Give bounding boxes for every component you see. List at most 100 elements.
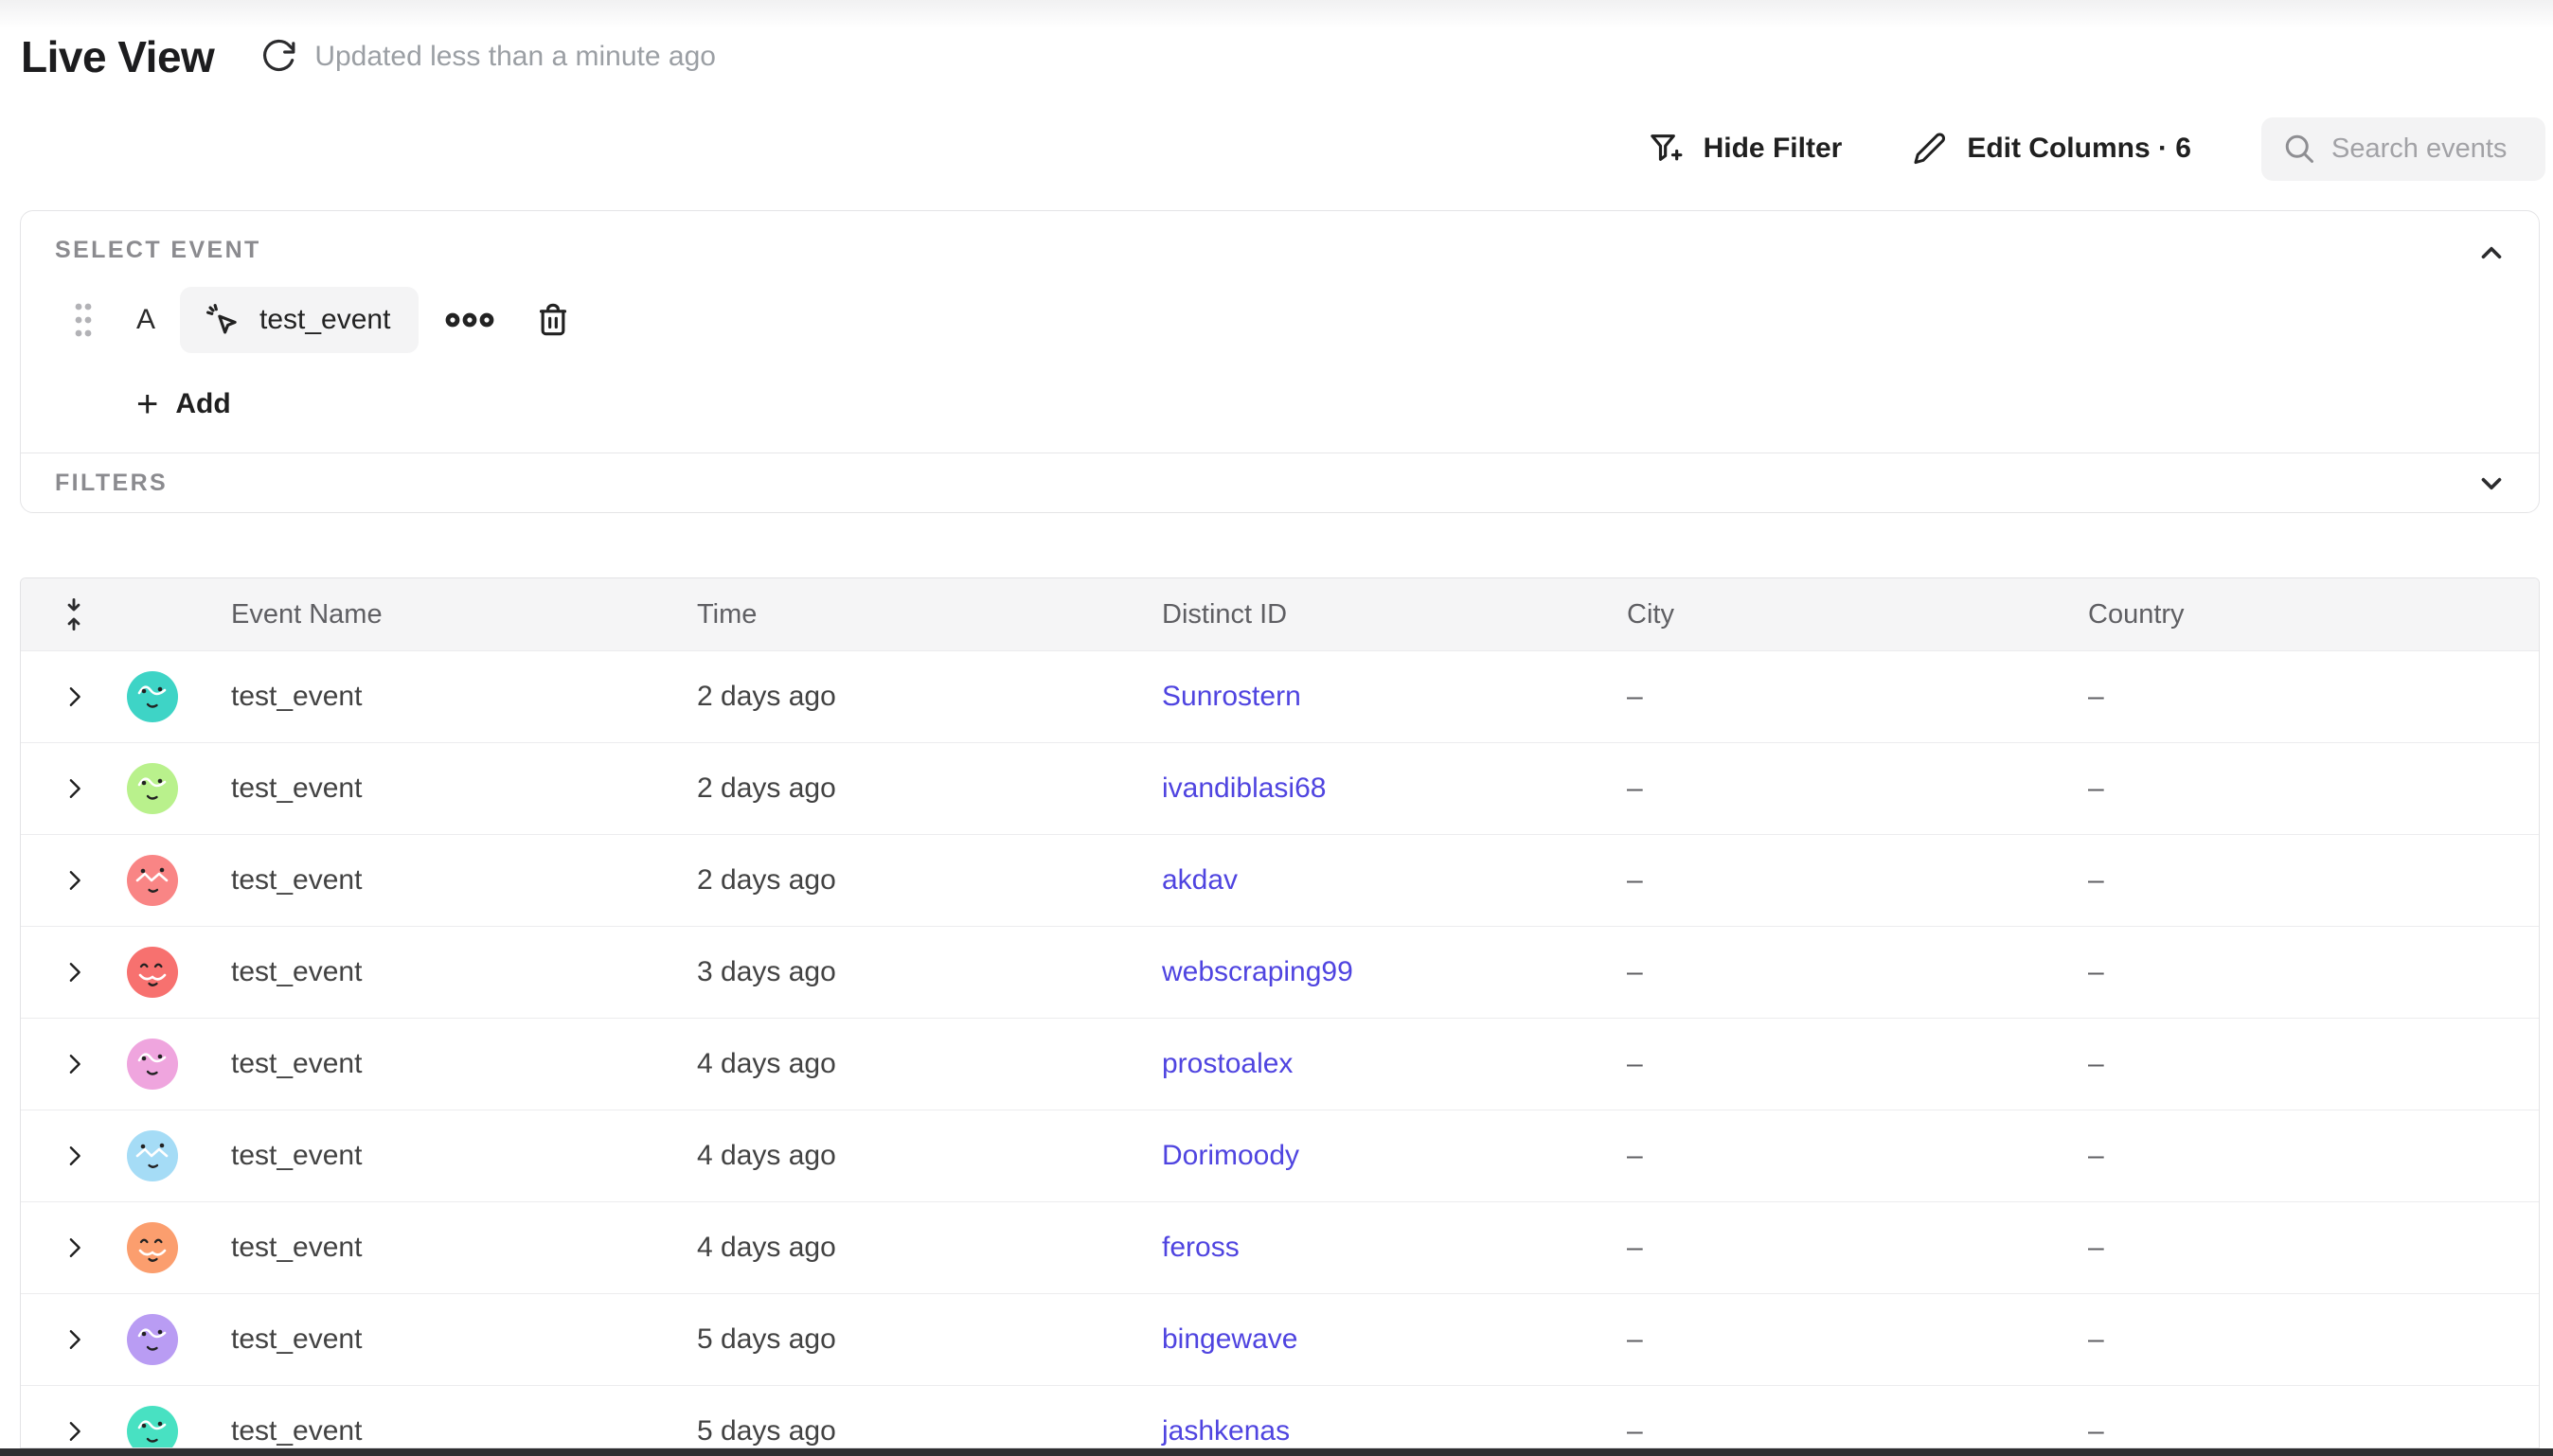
search-icon	[2282, 132, 2316, 166]
filters-section: FILTERS	[21, 453, 2539, 513]
row-event-name: test_event	[231, 1415, 697, 1447]
row-event-name: test_event	[231, 1323, 697, 1356]
delete-event-button[interactable]	[534, 301, 572, 339]
drag-dots-icon	[72, 299, 95, 341]
row-country: –	[2088, 1140, 2539, 1172]
row-city: –	[1627, 1140, 2088, 1172]
avatar	[127, 763, 178, 814]
plus-icon: +	[136, 385, 158, 423]
hide-filter-button[interactable]: Hide Filter	[1647, 130, 1843, 168]
table-row[interactable]: test_event 4 days ago feross – –	[21, 1201, 2539, 1293]
expand-row-button[interactable]	[21, 774, 127, 803]
chevron-right-icon	[60, 1417, 88, 1446]
pencil-icon	[1912, 131, 1948, 167]
table-row[interactable]: test_event 4 days ago prostoalex – –	[21, 1018, 2539, 1110]
chevron-right-icon	[60, 774, 88, 803]
drag-handle[interactable]	[72, 299, 95, 341]
avatar-cell	[127, 763, 231, 814]
row-time: 2 days ago	[697, 772, 1162, 805]
row-country: –	[2088, 1415, 2539, 1447]
expand-row-button[interactable]	[21, 1417, 127, 1446]
step-letter: A	[136, 304, 155, 336]
row-city: –	[1627, 681, 2088, 713]
row-country: –	[2088, 681, 2539, 713]
row-distinct-id-link[interactable]: ivandiblasi68	[1162, 772, 1326, 804]
chevron-right-icon	[60, 1234, 88, 1262]
filters-label: FILTERS	[55, 470, 168, 497]
chevron-right-icon	[60, 683, 88, 711]
refresh-button[interactable]	[258, 36, 299, 78]
row-time: 4 days ago	[697, 1140, 1162, 1172]
table-row[interactable]: test_event 2 days ago akdav – –	[21, 834, 2539, 926]
chevron-right-icon	[60, 1142, 88, 1170]
event-selector-button[interactable]: test_event	[180, 287, 419, 353]
expand-row-button[interactable]	[21, 1325, 127, 1354]
expand-row-button[interactable]	[21, 1050, 127, 1078]
row-distinct-id-link[interactable]: webscraping99	[1162, 956, 1353, 987]
table-header-row: Event Name Time Distinct ID City Country	[21, 578, 2539, 650]
avatar	[127, 1406, 178, 1448]
header-distinct-id[interactable]: Distinct ID	[1162, 599, 1627, 630]
avatar-cell	[127, 671, 231, 722]
hide-filter-label: Hide Filter	[1704, 133, 1843, 165]
avatar	[127, 1039, 178, 1090]
table-row[interactable]: test_event 3 days ago webscraping99 – –	[21, 926, 2539, 1018]
expand-row-button[interactable]	[21, 1234, 127, 1262]
search-input[interactable]	[2331, 133, 2528, 165]
table-row[interactable]: test_event 5 days ago bingewave – –	[21, 1293, 2539, 1385]
search-box[interactable]	[2261, 117, 2545, 181]
table-row[interactable]: test_event 2 days ago ivandiblasi68 – –	[21, 742, 2539, 834]
avatar-cell	[127, 1222, 231, 1273]
updated-status: Updated less than a minute ago	[314, 41, 716, 73]
add-label: Add	[175, 388, 230, 420]
row-distinct-id-link[interactable]: jashkenas	[1162, 1415, 1290, 1447]
row-distinct-id-link[interactable]: feross	[1162, 1232, 1240, 1263]
row-event-name: test_event	[231, 1232, 697, 1264]
expand-filters-button[interactable]	[2471, 463, 2512, 505]
row-city: –	[1627, 772, 2088, 805]
row-event-name: test_event	[231, 1140, 697, 1172]
chevron-right-icon	[60, 1325, 88, 1354]
expand-row-button[interactable]	[21, 866, 127, 895]
row-distinct-id-link[interactable]: Sunrostern	[1162, 681, 1301, 712]
expand-row-button[interactable]	[21, 683, 127, 711]
page-header: Live View Updated less than a minute ago	[21, 27, 716, 87]
row-distinct-id-link[interactable]: Dorimoody	[1162, 1140, 1299, 1171]
trash-icon	[534, 301, 572, 339]
collapse-section-button[interactable]	[2471, 232, 2512, 274]
avatar	[127, 855, 178, 906]
collapse-all-rows-button[interactable]	[21, 595, 127, 633]
row-event-name: test_event	[231, 864, 697, 897]
row-country: –	[2088, 956, 2539, 988]
avatar-cell	[127, 1039, 231, 1090]
header-city[interactable]: City	[1627, 599, 2088, 630]
event-more-options-button[interactable]	[445, 309, 494, 331]
row-time: 4 days ago	[697, 1048, 1162, 1080]
row-distinct-id-link[interactable]: prostoalex	[1162, 1048, 1293, 1079]
row-event-name: test_event	[231, 1048, 697, 1080]
row-city: –	[1627, 956, 2088, 988]
row-city: –	[1627, 1415, 2088, 1447]
row-event-name: test_event	[231, 681, 697, 713]
table-row[interactable]: test_event 4 days ago Dorimoody – –	[21, 1110, 2539, 1201]
expand-row-button[interactable]	[21, 1142, 127, 1170]
edit-columns-button[interactable]: Edit Columns · 6	[1912, 131, 2191, 167]
header-time[interactable]: Time	[697, 599, 1162, 630]
row-time: 5 days ago	[697, 1323, 1162, 1356]
event-step-row: A test_event	[21, 287, 2539, 353]
top-gradient	[0, 0, 2553, 28]
row-distinct-id-link[interactable]: akdav	[1162, 864, 1238, 896]
chevron-right-icon	[60, 1050, 88, 1078]
row-city: –	[1627, 1232, 2088, 1264]
expand-row-button[interactable]	[21, 958, 127, 986]
row-country: –	[2088, 1048, 2539, 1080]
header-country[interactable]: Country	[2088, 599, 2539, 630]
add-event-button[interactable]: + Add	[21, 385, 2539, 423]
row-time: 5 days ago	[697, 1415, 1162, 1447]
table-row[interactable]: test_event 5 days ago jashkenas – –	[21, 1385, 2539, 1448]
table-row[interactable]: test_event 2 days ago Sunrostern – –	[21, 650, 2539, 742]
header-event-name[interactable]: Event Name	[231, 599, 697, 630]
row-distinct-id-link[interactable]: bingewave	[1162, 1323, 1297, 1355]
query-builder-card: SELECT EVENT A	[20, 210, 2540, 513]
row-event-name: test_event	[231, 956, 697, 988]
